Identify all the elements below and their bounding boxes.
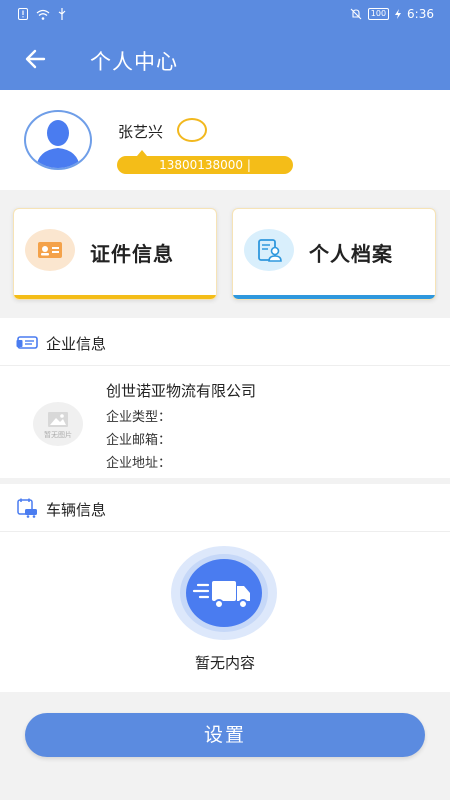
id-info-card[interactable]: 证件信息 [13,208,217,300]
verification-badge [177,118,207,142]
app-bar: 个人中心 [0,30,450,90]
personal-file-card[interactable]: 个人档案 [232,208,436,300]
company-address-label: 企业地址： [106,456,172,471]
company-logo-placeholder: 暂无图片 [33,402,83,446]
empty-state-text: 暂无内容 [194,654,255,672]
no-image-text: 暂无图片 [44,431,72,439]
battery-indicator: 100 [367,8,390,20]
vehicle-info: 暂无内容 [0,532,450,692]
avatar[interactable] [24,110,92,170]
id-card-icon [25,229,75,271]
section-title: 企业信息 [46,335,107,353]
status-bar: 100 6:36 [0,0,450,30]
back-arrow-icon[interactable] [22,45,50,73]
company-email-label: 企业邮箱： [106,433,172,448]
sim-alert-icon [18,8,28,20]
mute-bell-icon [350,8,362,20]
card-accent-bar [233,295,435,299]
default-avatar-icon [36,120,80,168]
profile-header: 张艺兴 13800138000 | [0,90,450,190]
card-label: 个人档案 [309,242,393,266]
charging-icon [395,9,402,19]
company-type-label: 企业类型： [106,410,172,425]
profile-file-icon [244,229,294,271]
card-label: 证件信息 [90,242,174,266]
truck-icon [192,581,250,609]
section-title: 车辆信息 [46,501,107,519]
empty-state-circle [186,559,262,627]
card-accent-bar [14,295,216,299]
company-section-header: 企业信息 [0,318,450,366]
user-name: 张艺兴 [118,123,164,141]
settings-button[interactable]: 设置 [25,713,425,757]
status-time: 6:36 [407,7,434,21]
vehicle-calendar-icon [17,498,37,518]
usb-icon [58,8,66,20]
company-card-icon [16,336,38,349]
phone-number: 13800138000 | [117,150,293,174]
page-title: 个人中心 [90,50,178,74]
company-name: 创世诺亚物流有限公司 [106,382,257,400]
wifi-icon [36,9,50,20]
company-info: 暂无图片 创世诺亚物流有限公司 企业类型： 企业邮箱： 企业地址： [0,366,450,478]
vehicle-section-header: 车辆信息 [0,484,450,532]
